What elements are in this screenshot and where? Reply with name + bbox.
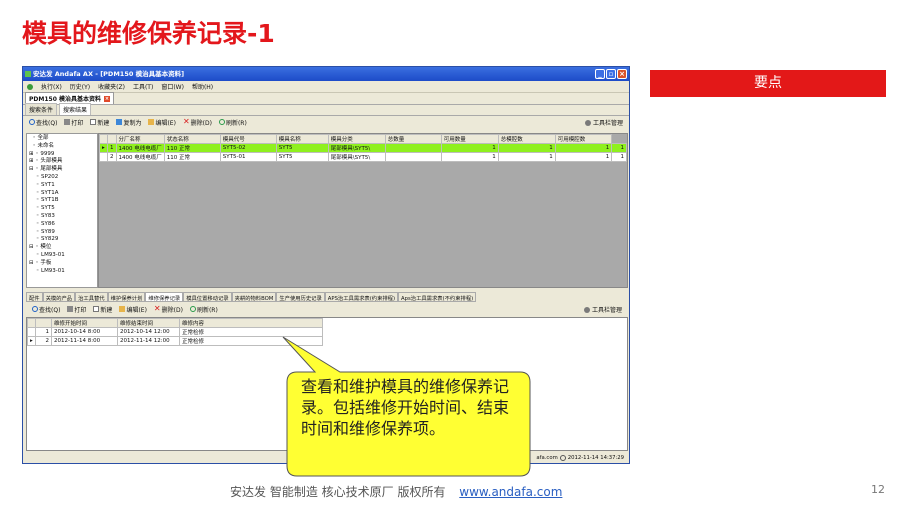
callout-text: 查看和维护模具的维修保养记录。包括维修开始时间、结束时间和维修保养项。 <box>301 377 510 438</box>
footer-text: 安达发 智能制造 核心技术原厂 版权所有 <box>230 485 446 499</box>
footer: 安达发 智能制造 核心技术原厂 版权所有 www.andafa.com <box>230 483 562 500</box>
footer-link[interactable]: www.andafa.com <box>459 485 562 499</box>
page-number: 12 <box>871 483 885 496</box>
